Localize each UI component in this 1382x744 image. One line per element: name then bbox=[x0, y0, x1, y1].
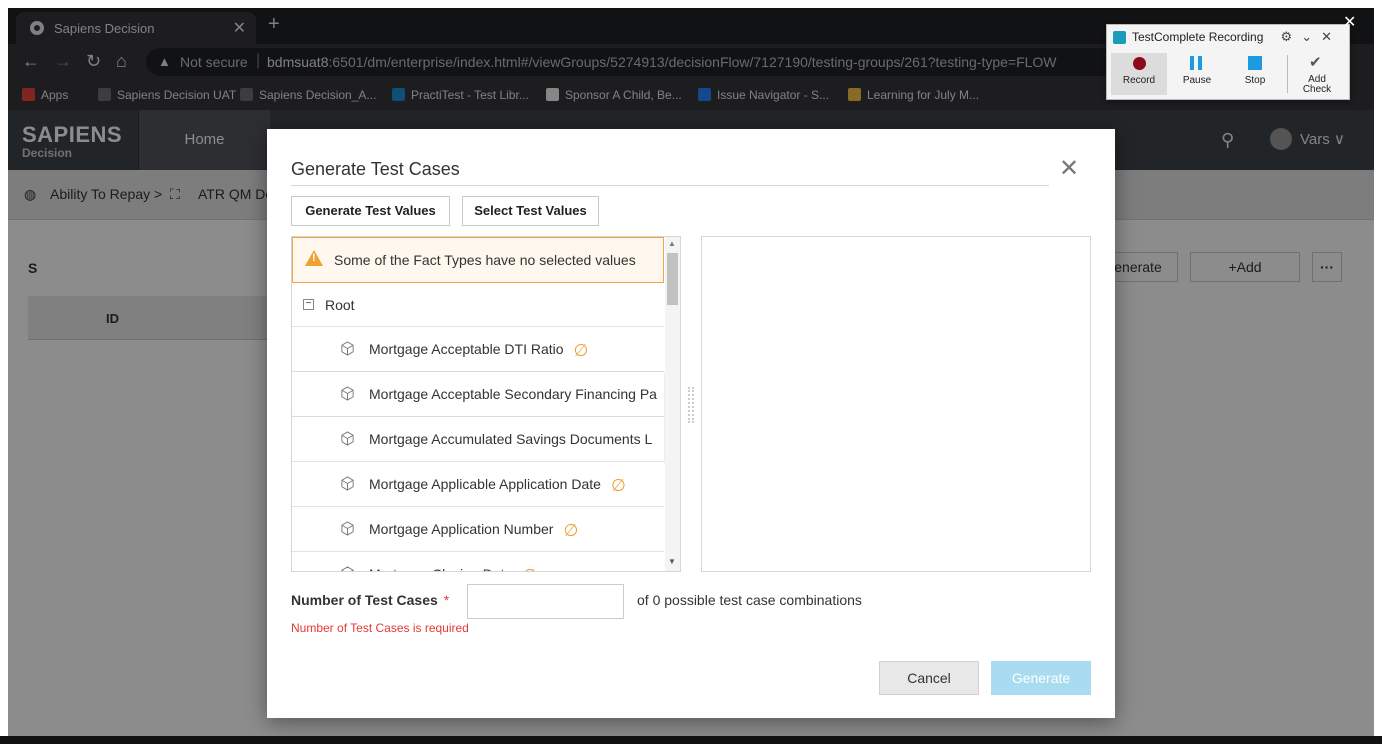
fact-type-item[interactable]: Mortgage Applicable Application Date ∅ bbox=[292, 462, 664, 507]
testcomplete-recording-toolbar: TestComplete Recording ⚙⌄✕ Record Pause … bbox=[1106, 24, 1350, 100]
toolbar-title: TestComplete Recording bbox=[1132, 30, 1264, 44]
cube-icon bbox=[341, 431, 354, 446]
browser-window: Sapiens Decision ✕ + ← → ↻ ⌂ ▲ Not secur… bbox=[8, 8, 1374, 744]
pause-button[interactable]: Pause bbox=[1169, 53, 1225, 95]
warning-icon bbox=[305, 250, 323, 266]
no-value-icon: ∅ bbox=[573, 341, 589, 360]
fact-type-tree: Some of the Fact Types have no selected … bbox=[291, 236, 681, 572]
window-close-icon[interactable]: ✕ bbox=[1343, 12, 1356, 32]
add-check-button[interactable]: AddCheck bbox=[1289, 53, 1345, 95]
no-value-icon: ∅ bbox=[563, 521, 579, 540]
scroll-down-icon[interactable]: ▼ bbox=[668, 557, 676, 566]
fact-type-item[interactable]: Mortgage Acceptable Secondary Financing … bbox=[292, 372, 664, 417]
record-button[interactable]: Record bbox=[1111, 53, 1167, 95]
pane-splitter[interactable] bbox=[688, 387, 694, 423]
values-pane bbox=[701, 236, 1091, 572]
tree-root[interactable]: − Root bbox=[292, 283, 664, 327]
scrollbar-thumb[interactable] bbox=[667, 253, 678, 305]
select-test-values-button[interactable]: Select Test Values bbox=[462, 196, 599, 226]
pause-icon bbox=[1169, 53, 1225, 75]
close-icon[interactable]: ✕ bbox=[1059, 157, 1079, 181]
scrollbar[interactable]: ▲ ▼ bbox=[665, 237, 680, 571]
validation-error: Number of Test Cases is required bbox=[291, 621, 469, 635]
dialog-title: Generate Test Cases bbox=[291, 159, 460, 179]
cube-icon bbox=[341, 341, 354, 356]
checkmark-icon bbox=[1289, 53, 1345, 75]
testcomplete-logo-icon bbox=[1113, 31, 1126, 44]
cancel-button[interactable]: Cancel bbox=[879, 661, 979, 695]
number-of-test-cases-input[interactable] bbox=[467, 584, 624, 619]
record-icon bbox=[1111, 53, 1167, 75]
no-value-icon: ∅ bbox=[610, 476, 626, 495]
fact-type-item[interactable]: Mortgage Accumulated Savings Documents L bbox=[292, 417, 664, 462]
warning-text: Some of the Fact Types have no selected … bbox=[334, 252, 636, 268]
generate-button[interactable]: Generate bbox=[991, 661, 1091, 695]
fact-type-item[interactable]: Mortgage Application Number ∅ bbox=[292, 507, 664, 552]
cube-icon bbox=[341, 476, 354, 491]
stop-icon bbox=[1227, 53, 1283, 75]
scroll-up-icon[interactable]: ▲ bbox=[668, 239, 676, 248]
fact-type-item[interactable]: Mortgage Acceptable DTI Ratio ∅ bbox=[292, 327, 664, 372]
stop-button[interactable]: Stop bbox=[1227, 53, 1283, 95]
warning-banner: Some of the Fact Types have no selected … bbox=[292, 237, 664, 283]
cube-icon bbox=[341, 386, 354, 401]
fact-type-item[interactable]: Mortgage Closing Date∅ bbox=[292, 552, 664, 571]
number-of-test-cases-label: Number of Test Cases * bbox=[291, 592, 450, 608]
taskbar bbox=[0, 736, 1382, 744]
possible-combinations-text: of 0 possible test case combinations bbox=[637, 592, 862, 608]
cube-icon bbox=[341, 566, 354, 571]
cube-icon bbox=[341, 521, 354, 536]
generate-test-values-button[interactable]: Generate Test Values bbox=[291, 196, 450, 226]
no-value-icon: ∅ bbox=[522, 566, 537, 571]
generate-test-cases-dialog: Generate Test Cases ✕ Generate Test Valu… bbox=[267, 129, 1115, 718]
toolbar-controls[interactable]: ⚙⌄✕ bbox=[1281, 29, 1341, 45]
collapse-icon[interactable]: − bbox=[303, 299, 314, 310]
